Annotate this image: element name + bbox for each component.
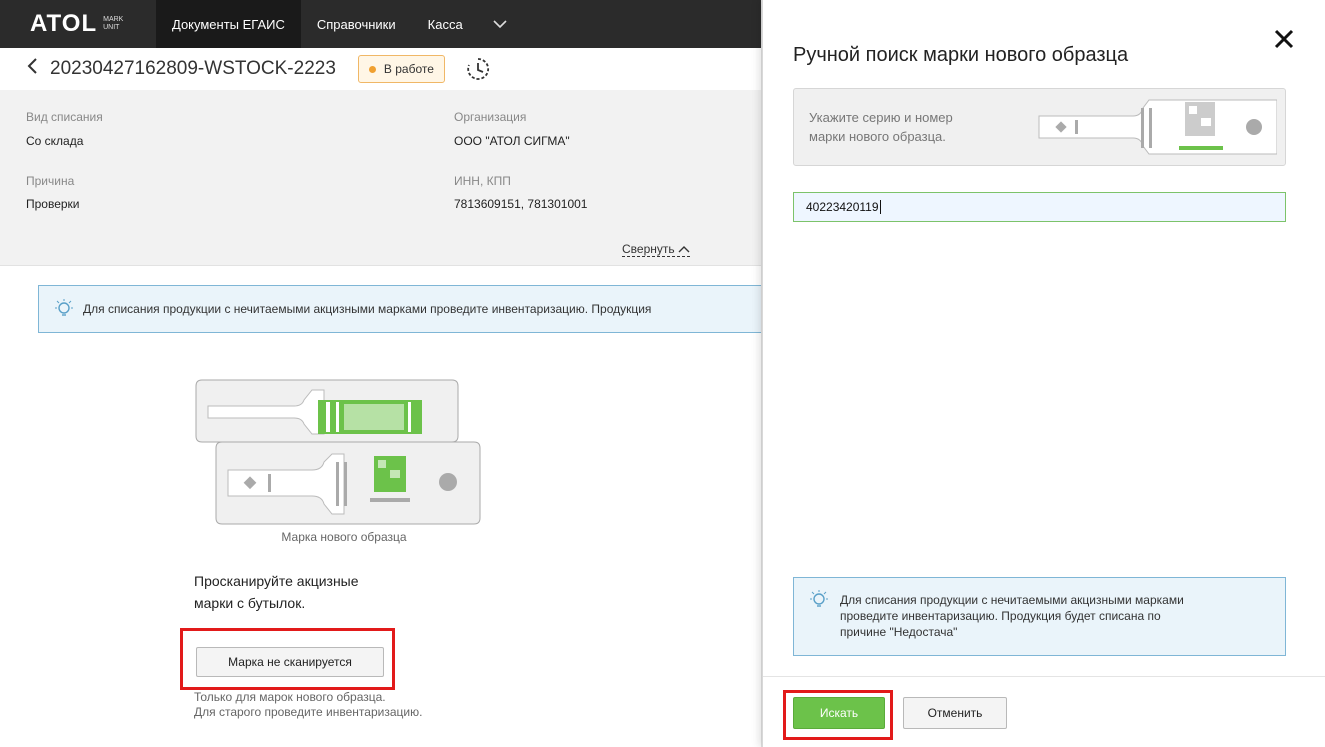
scan-instruction-line2: марки с бутылок. [194,595,306,611]
status-label: В работе [383,62,434,76]
chevron-up-icon [678,242,690,256]
app-root: ATOL MARK UNIT Документы ЕГАИС Справочни… [0,0,1325,747]
nav-tab-egais-docs[interactable]: Документы ЕГАИС [156,0,301,48]
inn-kpp-label: ИНН, КПП [454,174,511,188]
collapse-label: Свернуть [622,242,675,256]
noscan-note: Только для марок нового образца. Для ста… [194,690,422,720]
inventory-hint-banner: Для списания продукции с нечитаемыми акц… [38,285,761,333]
panel-hint-line3: причине "Недостача" [840,625,958,639]
stamp-diagram-icon [1038,99,1277,155]
inventory-hint-text: Для списания продукции с нечитаемыми акц… [83,302,652,316]
panel-hint-line1: Для списания продукции с нечитаемыми акц… [840,593,1184,607]
instruction-box: Укажите серию и номер марки нового образ… [793,88,1286,166]
panel-hint-banner: Для списания продукции с нечитаемыми акц… [793,577,1286,656]
old-stamp-graphic [195,379,459,443]
brand-sub-line1: MARK [103,16,124,23]
brand-sub-line2: UNIT [103,24,120,31]
brand-logo[interactable]: ATOL MARK UNIT [0,0,156,48]
brand-subtitle: MARK UNIT [103,16,123,32]
instruction-line1: Укажите серию и номер [809,110,953,125]
noscan-note-line2: Для старого проведите инвентаризацию. [194,705,423,719]
status-dot-icon [368,65,376,73]
nav-tab-directories[interactable]: Справочники [301,0,412,48]
new-stamp-graphic [215,441,481,525]
top-navigation: ATOL MARK UNIT Документы ЕГАИС Справочни… [0,0,761,48]
instruction-line2: марки нового образца. [809,129,946,144]
reason-label: Причина [26,174,75,188]
document-page: ATOL MARK UNIT Документы ЕГАИС Справочни… [0,0,762,747]
manual-search-panel: Ручной поиск марки нового образца Укажит… [762,0,1325,747]
stamp-not-scanning-button[interactable]: Марка не сканируется [196,647,384,677]
stamp-number-value: 40223420119 [806,200,879,214]
excise-stamp-illustration [195,379,481,525]
nav-tab-cashdesk[interactable]: Касса [412,0,479,48]
writeoff-type-label: Вид списания [26,110,103,124]
history-icon[interactable] [465,56,491,82]
noscan-note-line1: Только для марок нового образца. [194,690,386,704]
brand-logo-text: ATOL [30,10,98,37]
writeoff-type-value: Со склада [26,134,84,148]
document-info-section: Вид списания Со склада Причина Проверки … [0,90,761,266]
status-badge: В работе [357,55,445,83]
lightbulb-icon [53,298,75,320]
chevron-down-icon[interactable] [479,0,521,48]
text-caret [879,200,881,214]
collapse-link[interactable]: Свернуть [622,242,690,257]
document-header: 20230427162809-WSTOCK-2223 В работе [0,48,761,90]
document-title: 20230427162809-WSTOCK-2223 [50,58,336,79]
panel-title: Ручной поиск марки нового образца [793,44,1129,66]
back-arrow-icon[interactable] [26,57,38,81]
instruction-text: Укажите серию и номер марки нового образ… [809,108,953,146]
panel-hint-line2: проведите инвентаризацию. Продукция буде… [840,609,1161,623]
footer-divider [763,676,1325,677]
stamp-number-input[interactable]: 40223420119 [793,192,1286,222]
organization-label: Организация [454,110,527,124]
scan-instruction: Просканируйте акцизные марки с бутылок. [194,570,359,614]
organization-value: ООО "АТОЛ СИГМА" [454,134,570,148]
close-icon[interactable] [1273,25,1295,57]
illustration-caption: Марка нового образца [281,530,407,544]
reason-value: Проверки [26,197,80,211]
scan-instruction-line1: Просканируйте акцизные [194,573,359,589]
search-button[interactable]: Искать [793,697,885,729]
lightbulb-icon [808,589,830,611]
panel-hint-text: Для списания продукции с нечитаемыми акц… [840,592,1270,640]
inn-kpp-value: 7813609151, 781301001 [454,197,588,211]
cancel-button[interactable]: Отменить [903,697,1007,729]
